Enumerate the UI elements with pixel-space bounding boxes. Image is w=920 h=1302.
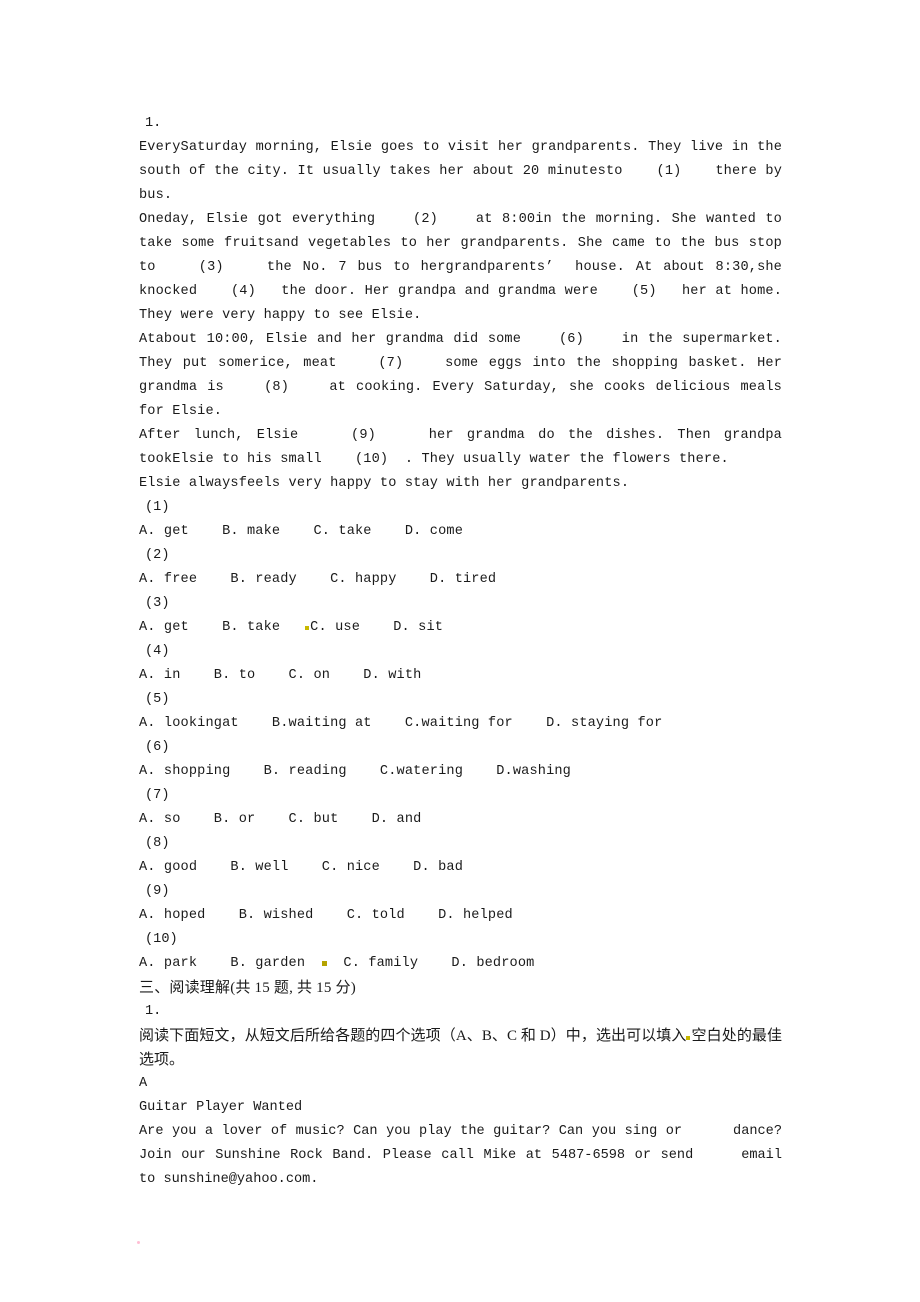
cloze-paragraph-3: Atabout 10:00, Elsie and her grandma did… [139, 332, 791, 419]
question-index-3: (3) [145, 596, 170, 611]
question-options-4[interactable]: A. in B. to C. on D. with [139, 664, 782, 688]
question-index-5: (5) [145, 692, 170, 707]
question-options-6[interactable]: A. shopping B. reading C.watering D.wash… [139, 760, 782, 784]
question-index-9: (9) [145, 884, 170, 899]
question-options-5[interactable]: A. lookingat B.waiting at C.waiting for … [139, 712, 782, 736]
question-index-1: (1) [145, 500, 170, 515]
reading-question-number: 1. [145, 1004, 162, 1019]
question-index-2: (2) [145, 548, 170, 563]
reading-section-heading: 三、阅读理解(共 15 题, 共 15 分) [139, 980, 356, 996]
question-options-3-pre: A. get B. take [139, 620, 306, 635]
document-page: 1. EverySaturday morning, Elsie goes to … [0, 0, 920, 1302]
question-options-8[interactable]: A. good B. well C. nice D. bad [139, 856, 782, 880]
cloze-paragraph-4: After lunch, Elsie (9) her grandma do th… [139, 428, 791, 467]
scan-artifact-dot [137, 1241, 140, 1244]
annotation-mark-icon [686, 1036, 691, 1040]
question-options-3[interactable]: A. get B. take C. use D. sit [139, 616, 782, 640]
reading-instruction-pre: 阅读下面短文，从短文后所给各题的四个选项（A、B、C 和 D）中，选出可以填入 [139, 1028, 687, 1044]
question-options-10[interactable]: A. park B. garden C. family D. bedroom [139, 952, 782, 976]
document-content: 1. EverySaturday morning, Elsie goes to … [139, 112, 782, 1192]
annotation-mark-icon [305, 626, 310, 630]
question-options-9[interactable]: A. hoped B. wished C. told D. helped [139, 904, 782, 928]
question-index-6: (6) [145, 740, 170, 755]
question-index-7: (7) [145, 788, 170, 803]
question-index-8: (8) [145, 836, 170, 851]
passage-label: A [139, 1076, 148, 1091]
reading-instruction: 阅读下面短文，从短文后所给各题的四个选项（A、B、C 和 D）中，选出可以填入空… [139, 1024, 782, 1072]
question-index-4: (4) [145, 644, 170, 659]
question-options-1[interactable]: A. get B. make C. take D. come [139, 520, 782, 544]
cloze-paragraph-2: Oneday, Elsie got everything (2) at 8:00… [139, 212, 791, 323]
question-options-2[interactable]: A. free B. ready C. happy D. tired [139, 568, 782, 592]
cloze-question-number: 1. [145, 116, 162, 131]
question-options-3-post: C. use D. sit [310, 620, 444, 635]
cloze-paragraph-1: EverySaturday morning, Elsie goes to vis… [139, 140, 791, 203]
passage-body: Are you a lover of music? Can you play t… [139, 1124, 791, 1187]
question-options-10-post: C. family D. bedroom [326, 956, 535, 971]
passage-title: Guitar Player Wanted [139, 1100, 303, 1115]
question-options-10-pre: A. park B. garden [139, 956, 322, 971]
cloze-paragraph-5: Elsie alwaysfeels very happy to stay wit… [139, 476, 630, 491]
question-options-7[interactable]: A. so B. or C. but D. and [139, 808, 782, 832]
question-index-10: (10) [145, 932, 178, 947]
